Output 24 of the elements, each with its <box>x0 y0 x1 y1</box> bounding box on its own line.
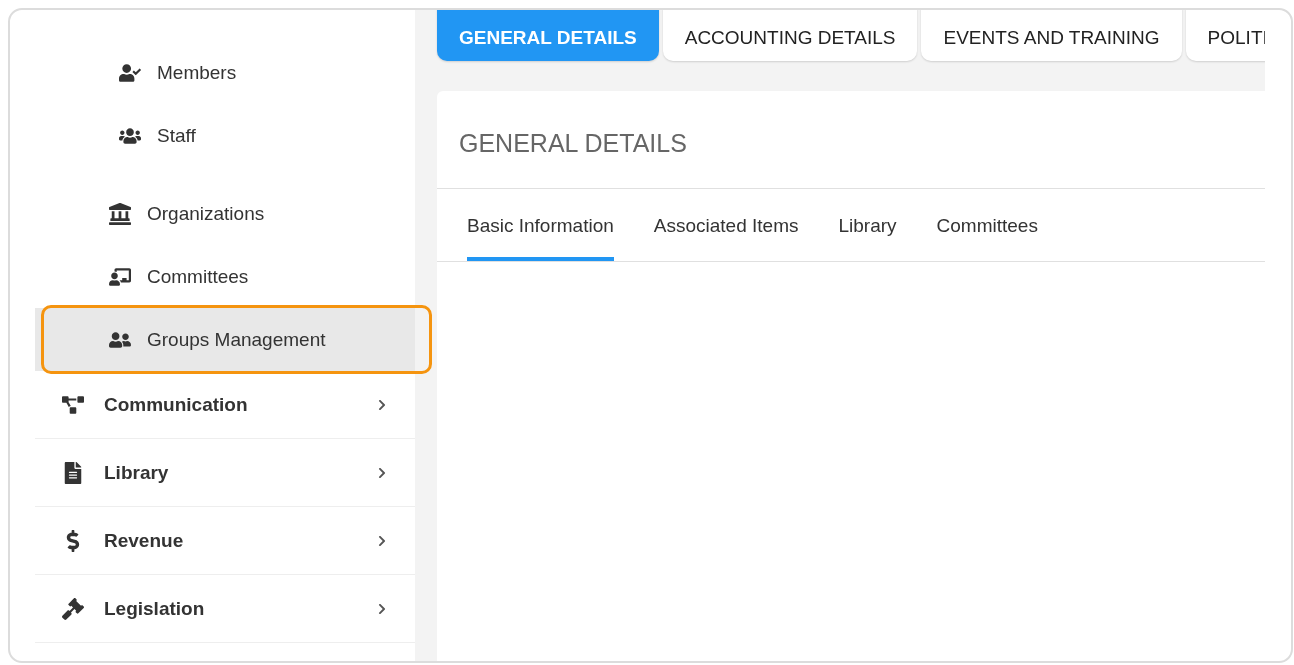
sidebar-item[interactable]: Staff <box>35 104 415 167</box>
user-check-icon <box>119 61 141 84</box>
sidebar-item[interactable]: Organizations <box>35 182 415 245</box>
people-desk-icon <box>109 265 131 288</box>
tab[interactable]: ACCOUNTING DETAILS <box>662 10 918 61</box>
chevron-right-icon <box>376 398 388 411</box>
chevron-right-icon <box>376 534 388 547</box>
sidebar-section[interactable]: Library <box>35 439 415 507</box>
subtab[interactable]: Library <box>838 189 897 261</box>
panel-title: GENERAL DETAILS <box>437 91 1265 189</box>
sidebar-item[interactable]: Members <box>35 41 415 104</box>
building-columns-icon <box>109 202 131 225</box>
subtab[interactable]: Basic Information <box>467 189 614 261</box>
sidebar-item[interactable]: Committees <box>35 245 415 308</box>
network-icon <box>62 393 84 416</box>
subtab[interactable]: Associated Items <box>653 189 799 261</box>
subtab[interactable]: Committees <box>936 189 1038 261</box>
chevron-right-icon <box>376 466 388 479</box>
tab[interactable]: EVENTS AND TRAINING <box>921 10 1182 61</box>
sidebar-item[interactable]: Groups Management <box>35 308 415 371</box>
document-icon <box>62 461 84 484</box>
sidebar-section[interactable]: Communication <box>35 371 415 439</box>
chevron-right-icon <box>376 602 388 615</box>
gavel-icon <box>62 597 84 620</box>
